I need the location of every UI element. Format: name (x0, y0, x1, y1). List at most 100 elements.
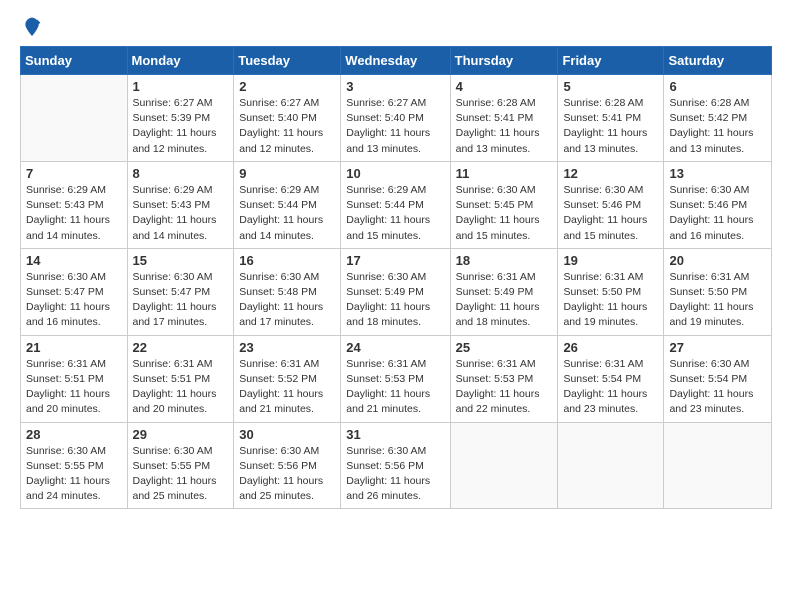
day-number: 29 (133, 427, 229, 442)
day-number: 10 (346, 166, 444, 181)
calendar-cell: 20 Sunrise: 6:31 AMSunset: 5:50 PMDayligh… (664, 248, 772, 335)
day-number: 2 (239, 79, 335, 94)
day-number: 28 (26, 427, 122, 442)
day-info: Sunrise: 6:31 AMSunset: 5:54 PMDaylight:… (563, 357, 658, 418)
day-number: 25 (456, 340, 553, 355)
calendar-cell: 2 Sunrise: 6:27 AMSunset: 5:40 PMDaylight… (234, 75, 341, 162)
calendar-week-row: 21 Sunrise: 6:31 AMSunset: 5:51 PMDayligh… (21, 335, 772, 422)
calendar-cell: 19Sunrise: 6:31 AMSunset: 5:50 PMDayligh… (558, 248, 664, 335)
day-info: Sunrise: 6:29 AMSunset: 5:44 PMDaylight:… (239, 183, 335, 244)
day-number: 31 (346, 427, 444, 442)
day-info: Sunrise: 6:28 AMSunset: 5:42 PMDaylight:… (669, 96, 766, 157)
day-info: Sunrise: 6:31 AMSunset: 5:52 PMDaylight:… (239, 357, 335, 418)
day-number: 3 (346, 79, 444, 94)
calendar-week-row: 28 Sunrise: 6:30 AMSunset: 5:55 PMDayligh… (21, 422, 772, 509)
day-number: 21 (26, 340, 122, 355)
calendar-cell: 17 Sunrise: 6:30 AMSunset: 5:49 PMDayligh… (341, 248, 450, 335)
day-number: 12 (563, 166, 658, 181)
calendar-cell: 24 Sunrise: 6:31 AMSunset: 5:53 PMDayligh… (341, 335, 450, 422)
calendar-cell: 18 Sunrise: 6:31 AMSunset: 5:49 PMDayligh… (450, 248, 558, 335)
day-info: Sunrise: 6:31 AMSunset: 5:53 PMDaylight:… (456, 357, 553, 418)
calendar-header-saturday: Saturday (664, 47, 772, 75)
calendar-cell: 4 Sunrise: 6:28 AMSunset: 5:41 PMDaylight… (450, 75, 558, 162)
calendar-table: SundayMondayTuesdayWednesdayThursdayFrid… (20, 46, 772, 509)
logo-icon (22, 16, 42, 36)
calendar-header-tuesday: Tuesday (234, 47, 341, 75)
day-number: 5 (563, 79, 658, 94)
day-number: 9 (239, 166, 335, 181)
day-number: 8 (133, 166, 229, 181)
day-number: 14 (26, 253, 122, 268)
calendar-cell: 25 Sunrise: 6:31 AMSunset: 5:53 PMDayligh… (450, 335, 558, 422)
calendar-week-row: 1 Sunrise: 6:27 AMSunset: 5:39 PMDaylight… (21, 75, 772, 162)
day-info: Sunrise: 6:27 AMSunset: 5:40 PMDaylight:… (239, 96, 335, 157)
calendar-cell: 14 Sunrise: 6:30 AMSunset: 5:47 PMDayligh… (21, 248, 128, 335)
logo (20, 16, 42, 38)
day-info: Sunrise: 6:30 AMSunset: 5:55 PMDaylight:… (26, 444, 122, 505)
calendar-header-sunday: Sunday (21, 47, 128, 75)
day-number: 18 (456, 253, 553, 268)
day-number: 23 (239, 340, 335, 355)
day-info: Sunrise: 6:30 AMSunset: 5:56 PMDaylight:… (346, 444, 444, 505)
calendar-cell: 23 Sunrise: 6:31 AMSunset: 5:52 PMDayligh… (234, 335, 341, 422)
day-info: Sunrise: 6:27 AMSunset: 5:40 PMDaylight:… (346, 96, 444, 157)
calendar-cell: 1 Sunrise: 6:27 AMSunset: 5:39 PMDaylight… (127, 75, 234, 162)
calendar-cell: 12Sunrise: 6:30 AMSunset: 5:46 PMDayligh… (558, 161, 664, 248)
calendar-cell: 9 Sunrise: 6:29 AMSunset: 5:44 PMDaylight… (234, 161, 341, 248)
calendar-cell: 30 Sunrise: 6:30 AMSunset: 5:56 PMDayligh… (234, 422, 341, 509)
day-info: Sunrise: 6:30 AMSunset: 5:49 PMDaylight:… (346, 270, 444, 331)
day-number: 20 (669, 253, 766, 268)
calendar-cell (664, 422, 772, 509)
calendar-cell (450, 422, 558, 509)
day-number: 24 (346, 340, 444, 355)
day-number: 27 (669, 340, 766, 355)
day-info: Sunrise: 6:30 AMSunset: 5:55 PMDaylight:… (133, 444, 229, 505)
calendar-cell: 13Sunrise: 6:30 AMSunset: 5:46 PMDayligh… (664, 161, 772, 248)
calendar-cell: 21 Sunrise: 6:31 AMSunset: 5:51 PMDayligh… (21, 335, 128, 422)
day-info: Sunrise: 6:28 AMSunset: 5:41 PMDaylight:… (563, 96, 658, 157)
calendar-cell: 5 Sunrise: 6:28 AMSunset: 5:41 PMDaylight… (558, 75, 664, 162)
calendar-cell: 10 Sunrise: 6:29 AMSunset: 5:44 PMDayligh… (341, 161, 450, 248)
day-info: Sunrise: 6:30 AMSunset: 5:45 PMDaylight:… (456, 183, 553, 244)
day-number: 13 (669, 166, 766, 181)
day-info: Sunrise: 6:31 AMSunset: 5:53 PMDaylight:… (346, 357, 444, 418)
day-info: Sunrise: 6:31 AMSunset: 5:50 PMDaylight:… (669, 270, 766, 331)
calendar-cell: 6 Sunrise: 6:28 AMSunset: 5:42 PMDaylight… (664, 75, 772, 162)
calendar-cell: 3 Sunrise: 6:27 AMSunset: 5:40 PMDaylight… (341, 75, 450, 162)
day-info: Sunrise: 6:30 AMSunset: 5:56 PMDaylight:… (239, 444, 335, 505)
calendar-cell: 31 Sunrise: 6:30 AMSunset: 5:56 PMDayligh… (341, 422, 450, 509)
day-number: 30 (239, 427, 335, 442)
day-number: 6 (669, 79, 766, 94)
day-info: Sunrise: 6:30 AMSunset: 5:47 PMDaylight:… (26, 270, 122, 331)
calendar-cell: 16Sunrise: 6:30 AMSunset: 5:48 PMDayligh… (234, 248, 341, 335)
calendar-header-thursday: Thursday (450, 47, 558, 75)
day-number: 17 (346, 253, 444, 268)
day-info: Sunrise: 6:29 AMSunset: 5:43 PMDaylight:… (133, 183, 229, 244)
header (20, 16, 772, 38)
day-number: 1 (133, 79, 229, 94)
day-info: Sunrise: 6:31 AMSunset: 5:50 PMDaylight:… (563, 270, 658, 331)
calendar-header-row: SundayMondayTuesdayWednesdayThursdayFrid… (21, 47, 772, 75)
day-number: 26 (563, 340, 658, 355)
calendar-cell: 15Sunrise: 6:30 AMSunset: 5:47 PMDayligh… (127, 248, 234, 335)
day-number: 7 (26, 166, 122, 181)
day-info: Sunrise: 6:28 AMSunset: 5:41 PMDaylight:… (456, 96, 553, 157)
calendar-header-friday: Friday (558, 47, 664, 75)
calendar-header-monday: Monday (127, 47, 234, 75)
calendar-cell: 26 Sunrise: 6:31 AMSunset: 5:54 PMDayligh… (558, 335, 664, 422)
day-info: Sunrise: 6:31 AMSunset: 5:51 PMDaylight:… (133, 357, 229, 418)
calendar-cell: 11 Sunrise: 6:30 AMSunset: 5:45 PMDayligh… (450, 161, 558, 248)
calendar-cell: 22Sunrise: 6:31 AMSunset: 5:51 PMDayligh… (127, 335, 234, 422)
day-info: Sunrise: 6:31 AMSunset: 5:49 PMDaylight:… (456, 270, 553, 331)
day-info: Sunrise: 6:30 AMSunset: 5:48 PMDaylight:… (239, 270, 335, 331)
day-number: 11 (456, 166, 553, 181)
day-info: Sunrise: 6:29 AMSunset: 5:43 PMDaylight:… (26, 183, 122, 244)
day-info: Sunrise: 6:31 AMSunset: 5:51 PMDaylight:… (26, 357, 122, 418)
day-number: 4 (456, 79, 553, 94)
calendar-cell: 29 Sunrise: 6:30 AMSunset: 5:55 PMDayligh… (127, 422, 234, 509)
calendar-header-wednesday: Wednesday (341, 47, 450, 75)
day-info: Sunrise: 6:27 AMSunset: 5:39 PMDaylight:… (133, 96, 229, 157)
day-info: Sunrise: 6:30 AMSunset: 5:47 PMDaylight:… (133, 270, 229, 331)
day-info: Sunrise: 6:29 AMSunset: 5:44 PMDaylight:… (346, 183, 444, 244)
calendar-week-row: 14 Sunrise: 6:30 AMSunset: 5:47 PMDayligh… (21, 248, 772, 335)
